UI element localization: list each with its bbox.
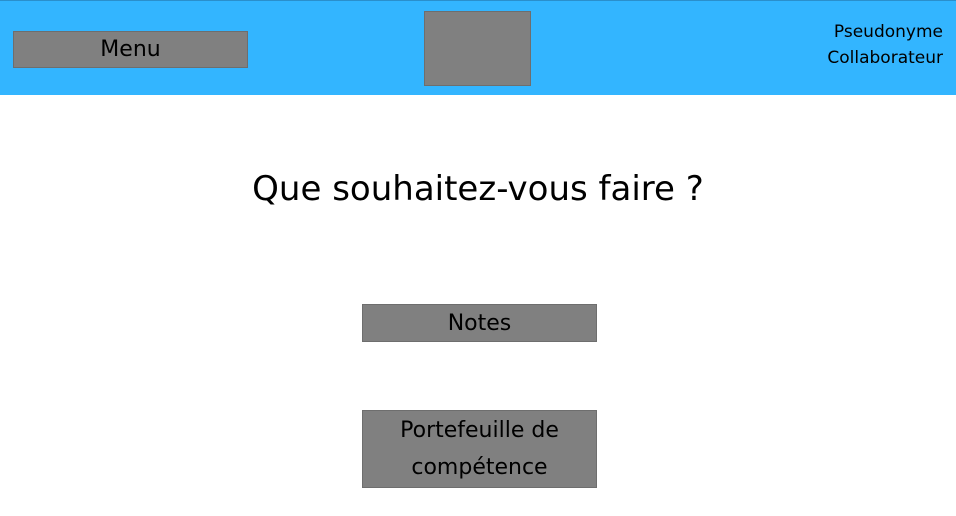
notes-button[interactable]: Notes: [362, 304, 597, 342]
page-title: Que souhaitez-vous faire ?: [252, 169, 704, 209]
top-bar: Menu Pseudonyme Collaborateur: [0, 0, 956, 95]
user-role: Collaborateur: [827, 48, 943, 68]
menu-button[interactable]: Menu: [13, 31, 248, 68]
logo-image-placeholder: [424, 11, 531, 86]
user-info: Pseudonyme Collaborateur: [827, 19, 943, 71]
user-pseudonym: Pseudonyme: [833, 22, 943, 42]
competence-portfolio-button[interactable]: Portefeuille de compétence: [362, 410, 597, 488]
